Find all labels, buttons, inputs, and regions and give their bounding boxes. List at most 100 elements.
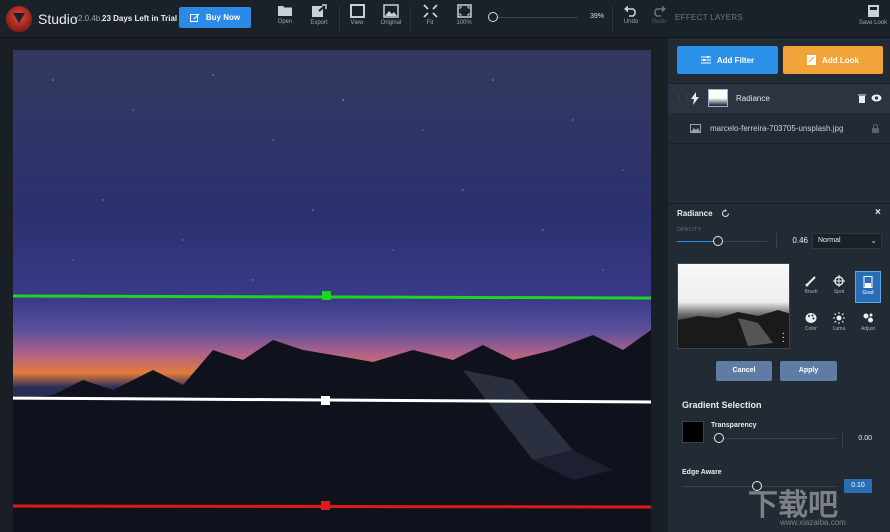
opacity-value[interactable]: 0.46 bbox=[776, 233, 808, 249]
export-label: Export bbox=[310, 20, 328, 26]
toolbar-divider bbox=[612, 6, 613, 32]
photo-preview bbox=[13, 50, 651, 532]
edge-aware-label: Edge Aware bbox=[682, 469, 722, 476]
export-icon bbox=[312, 4, 327, 17]
image-icon bbox=[690, 124, 701, 133]
edit-icon bbox=[189, 13, 200, 22]
add-filter-label: Add Filter bbox=[716, 55, 755, 65]
fit-label: Fit bbox=[426, 20, 434, 26]
more-options-icon[interactable]: · · · bbox=[782, 329, 785, 347]
buy-now-label: Buy Now bbox=[205, 13, 241, 22]
top-toolbar: Studio v2.0.4b, 23 Days Left in Trial Bu… bbox=[0, 0, 890, 38]
gradient-color-swatch[interactable] bbox=[682, 421, 704, 443]
base-photo-layer[interactable]: marcelo-ferreira-703705-unsplash.jpg bbox=[668, 114, 890, 144]
save-look-label: Save Look bbox=[858, 20, 888, 26]
effect-layers-title: EFFECT LAYERS bbox=[675, 13, 744, 22]
layer-item-radiance[interactable]: ⋮⋮ Radiance bbox=[668, 83, 890, 113]
fit-button[interactable]: Fit bbox=[413, 4, 447, 34]
effect-layers-panel: Add Filter Add Look ⋮⋮ Radiance marcelo-… bbox=[668, 38, 890, 532]
look-icon bbox=[807, 55, 817, 65]
tool-brush-label: Brush bbox=[804, 289, 818, 295]
tool-luma-label: Luma bbox=[832, 326, 846, 332]
zoom-value: 39% bbox=[590, 13, 605, 20]
view-button[interactable]: View bbox=[340, 4, 374, 34]
sliders-icon bbox=[700, 56, 711, 64]
original-button[interactable]: Original bbox=[374, 4, 408, 34]
buy-now-button[interactable]: Buy Now bbox=[179, 7, 251, 28]
redo-button[interactable]: Redo bbox=[642, 4, 676, 34]
eye-icon[interactable] bbox=[871, 94, 882, 102]
gradient-mid-handle bbox=[321, 396, 330, 405]
reset-icon[interactable] bbox=[721, 209, 730, 218]
open-button[interactable]: Open bbox=[268, 4, 302, 34]
trial-status: 23 Days Left in Trial bbox=[102, 14, 178, 23]
open-label: Open bbox=[277, 19, 293, 25]
mask-silhouette bbox=[678, 310, 789, 348]
folder-icon bbox=[278, 6, 292, 16]
cancel-button[interactable]: Cancel bbox=[716, 361, 772, 381]
watermark-url: www.xiazaiba.com bbox=[780, 518, 846, 527]
add-look-button[interactable]: Add Look bbox=[783, 46, 883, 74]
opacity-slider-knob[interactable] bbox=[713, 236, 723, 246]
app-logo-icon bbox=[6, 6, 32, 32]
tool-adjust-label: Adjust bbox=[861, 326, 875, 332]
photo-layer-name: marcelo-ferreira-703705-unsplash.jpg bbox=[710, 124, 844, 133]
filter-title: Radiance bbox=[677, 209, 713, 218]
site-watermark: 下载吧 www.xiazaiba.com bbox=[738, 478, 888, 530]
transparency-slider-track[interactable] bbox=[711, 438, 836, 439]
tool-brush[interactable]: Brush bbox=[798, 271, 824, 303]
image-canvas[interactable] bbox=[0, 38, 668, 532]
undo-icon bbox=[624, 5, 636, 17]
layer-name: Radiance bbox=[736, 94, 770, 103]
tool-grad[interactable]: Grad bbox=[855, 271, 881, 303]
crosshair-icon bbox=[833, 275, 845, 287]
gradient-icon bbox=[863, 276, 873, 288]
blend-mode-select[interactable]: Normal ⌄ bbox=[812, 233, 882, 249]
tool-luma[interactable]: Luma bbox=[826, 308, 852, 340]
tool-adjust[interactable]: Adjust bbox=[855, 308, 881, 340]
transparency-value[interactable]: 0.00 bbox=[842, 433, 872, 447]
brush-icon bbox=[805, 276, 816, 287]
layer-thumbnail bbox=[708, 89, 728, 107]
app-title: Studio bbox=[38, 11, 78, 27]
night-sky-photo bbox=[13, 50, 651, 532]
save-look-button[interactable]: Save Look bbox=[856, 4, 890, 34]
gradient-selection-title: Gradient Selection bbox=[682, 400, 762, 410]
gradient-end-line bbox=[13, 504, 651, 509]
tool-spot[interactable]: Spot bbox=[826, 271, 852, 303]
tool-spot-label: Spot bbox=[833, 289, 845, 295]
zoom-100-button[interactable]: 100% bbox=[447, 4, 481, 34]
transparency-slider-knob[interactable] bbox=[714, 433, 724, 443]
apply-button[interactable]: Apply bbox=[780, 361, 837, 381]
fullsize-icon bbox=[456, 4, 472, 18]
chevron-down-icon: ⌄ bbox=[870, 236, 877, 245]
adjust-icon bbox=[863, 313, 873, 323]
add-filter-button[interactable]: Add Filter bbox=[677, 46, 778, 74]
gradient-end-handle bbox=[321, 501, 330, 510]
opacity-label: OPACITY bbox=[677, 227, 702, 233]
fit-icon bbox=[422, 4, 438, 18]
close-icon[interactable]: × bbox=[875, 207, 881, 218]
gradient-start-handle bbox=[322, 291, 331, 300]
mask-preview[interactable]: · · · bbox=[677, 263, 790, 349]
undo-label: Undo bbox=[623, 19, 639, 25]
blend-mode-value: Normal bbox=[818, 237, 841, 244]
gradient-start-line bbox=[13, 294, 651, 300]
add-look-label: Add Look bbox=[822, 55, 859, 65]
zoom-slider-knob[interactable] bbox=[488, 12, 498, 22]
redo-icon bbox=[654, 5, 666, 17]
view-icon bbox=[349, 4, 365, 18]
trash-icon[interactable] bbox=[858, 94, 866, 103]
app-version: v2.0.4b, bbox=[74, 14, 103, 23]
zoom-slider-track[interactable] bbox=[494, 17, 578, 18]
palette-icon bbox=[805, 313, 817, 323]
tool-grad-label: Grad bbox=[862, 290, 874, 296]
view-label: View bbox=[350, 20, 364, 26]
opacity-slider-fill bbox=[677, 241, 717, 242]
drag-handle-icon[interactable]: ⋮⋮ bbox=[675, 93, 691, 102]
filter-header: Radiance × bbox=[668, 203, 890, 223]
lightning-icon bbox=[691, 92, 699, 105]
save-look-icon bbox=[867, 5, 879, 17]
export-button[interactable]: Export bbox=[302, 4, 336, 34]
tool-color[interactable]: Color bbox=[798, 308, 824, 340]
